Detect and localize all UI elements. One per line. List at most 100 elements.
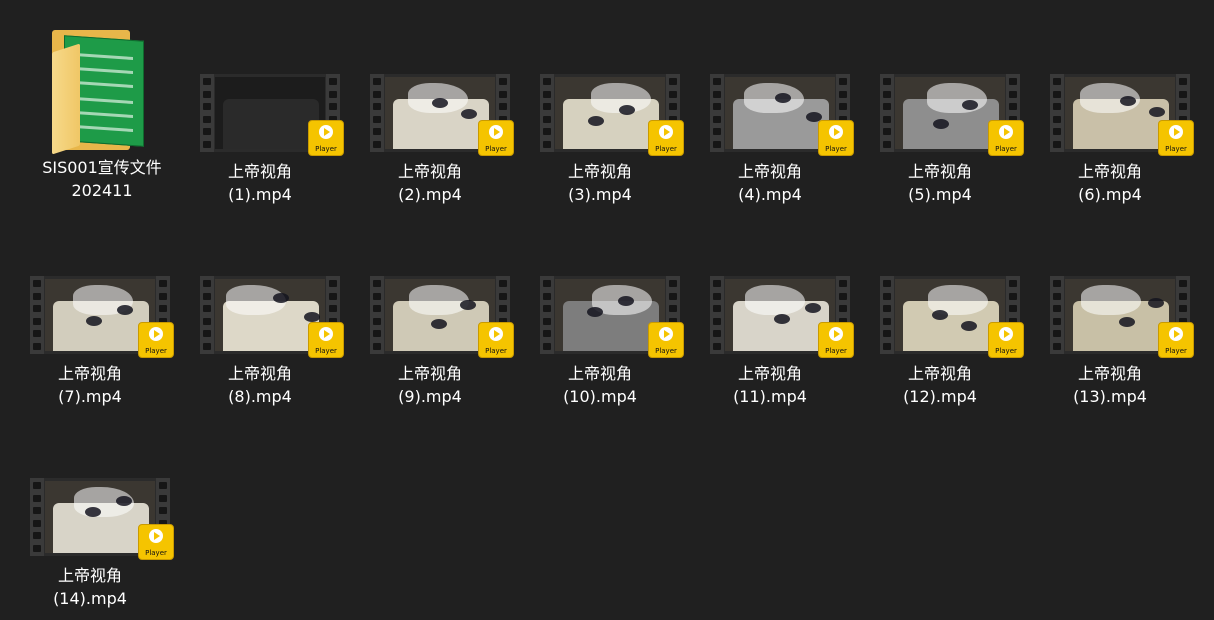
film-strip-left (1050, 74, 1064, 152)
player-badge-icon: Player (988, 322, 1024, 358)
player-badge-icon: Player (1158, 120, 1194, 156)
player-badge-icon: Player (818, 120, 854, 156)
file-name-line2: (3).mp4 (568, 185, 632, 204)
file-name-line1: 上帝视角 (567, 162, 632, 181)
film-strip-left (710, 74, 724, 152)
play-icon (659, 327, 673, 341)
file-label: 上帝视角 (8).mp4 (178, 362, 342, 408)
player-badge-label: Player (995, 347, 1017, 355)
film-strip-left (30, 478, 44, 556)
film-strip-left (540, 74, 554, 152)
video-thumbnail: Player (880, 276, 1024, 358)
video-thumbnail: Player (1050, 74, 1194, 156)
player-badge-label: Player (995, 145, 1017, 153)
video-file-item[interactable]: Player 上帝视角 (7).mp4 (8, 222, 174, 418)
file-name-line1: 上帝视角 (737, 162, 802, 181)
video-file-item[interactable]: Player 上帝视角 (3).mp4 (518, 20, 684, 216)
player-badge-icon: Player (478, 120, 514, 156)
file-name-line2: (4).mp4 (738, 185, 802, 204)
video-file-item[interactable]: Player 上帝视角 (8).mp4 (178, 222, 344, 418)
play-icon (319, 125, 333, 139)
player-badge-icon: Player (818, 322, 854, 358)
player-badge-icon: Player (1158, 322, 1194, 358)
video-thumbnail: Player (1050, 276, 1194, 358)
player-badge-icon: Player (988, 120, 1024, 156)
file-name-line1: 上帝视角 (1077, 162, 1142, 181)
file-label: 上帝视角 (11).mp4 (688, 362, 852, 408)
player-badge-label: Player (315, 347, 337, 355)
video-thumbnail: Player (30, 276, 174, 358)
player-badge-icon: Player (648, 120, 684, 156)
video-thumbnail: Player (370, 276, 514, 358)
player-badge-label: Player (655, 145, 677, 153)
film-strip-left (30, 276, 44, 354)
film-strip-left (1050, 276, 1064, 354)
video-file-item[interactable]: Player 上帝视角 (12).mp4 (858, 222, 1024, 418)
file-name-line1: 上帝视角 (57, 566, 122, 585)
file-name-line1: 上帝视角 (397, 162, 462, 181)
play-icon (1169, 327, 1183, 341)
video-file-item[interactable]: Player 上帝视角 (4).mp4 (688, 20, 854, 216)
file-name-line2: (8).mp4 (228, 387, 292, 406)
video-file-item[interactable]: Player 上帝视角 (9).mp4 (348, 222, 514, 418)
player-badge-label: Player (825, 347, 847, 355)
video-thumbnail: Player (710, 276, 854, 358)
player-badge-label: Player (825, 145, 847, 153)
play-icon (149, 327, 163, 341)
video-file-item[interactable]: Player 上帝视角 (2).mp4 (348, 20, 514, 216)
player-badge-label: Player (655, 347, 677, 355)
film-strip-left (710, 276, 724, 354)
play-icon (829, 125, 843, 139)
player-badge-icon: Player (478, 322, 514, 358)
file-name-line2: (13).mp4 (1073, 387, 1147, 406)
video-file-item[interactable]: Player 上帝视角 (1).mp4 (178, 20, 344, 216)
player-badge-icon: Player (308, 322, 344, 358)
file-name-line2: (11).mp4 (733, 387, 807, 406)
file-name-line1: 上帝视角 (737, 364, 802, 383)
file-name-line1: 上帝视角 (567, 364, 632, 383)
play-icon (829, 327, 843, 341)
video-file-item[interactable]: Player 上帝视角 (6).mp4 (1028, 20, 1194, 216)
film-strip-left (880, 74, 894, 152)
video-file-item[interactable]: Player 上帝视角 (11).mp4 (688, 222, 854, 418)
file-label: 上帝视角 (12).mp4 (858, 362, 1022, 408)
play-icon (489, 125, 503, 139)
file-label: 上帝视角 (1).mp4 (178, 160, 342, 206)
file-name-line1: 上帝视角 (1077, 364, 1142, 383)
file-name-line2: (2).mp4 (398, 185, 462, 204)
play-icon (489, 327, 503, 341)
video-file-item[interactable]: Player 上帝视角 (13).mp4 (1028, 222, 1194, 418)
player-badge-label: Player (1165, 145, 1187, 153)
video-file-item[interactable]: Player 上帝视角 (14).mp4 (8, 424, 174, 620)
file-name-line2: (6).mp4 (1078, 185, 1142, 204)
video-thumbnail: Player (710, 74, 854, 156)
player-badge-label: Player (485, 347, 507, 355)
video-thumbnail: Player (880, 74, 1024, 156)
file-name-line2: (12).mp4 (903, 387, 977, 406)
file-name-line2: (10).mp4 (563, 387, 637, 406)
film-strip-left (880, 276, 894, 354)
file-label: 上帝视角 (3).mp4 (518, 160, 682, 206)
player-badge-icon: Player (138, 524, 174, 560)
film-strip-left (370, 74, 384, 152)
file-name-line2: (5).mp4 (908, 185, 972, 204)
play-icon (659, 125, 673, 139)
file-label: 上帝视角 (4).mp4 (688, 160, 852, 206)
file-name-line2: (1).mp4 (228, 185, 292, 204)
play-icon (149, 529, 163, 543)
file-label: 上帝视角 (14).mp4 (8, 564, 172, 610)
file-label: 上帝视角 (2).mp4 (348, 160, 512, 206)
file-label: 上帝视角 (7).mp4 (8, 362, 172, 408)
folder-label: SIS001宣传文件 202411 (20, 156, 184, 202)
file-label: 上帝视角 (5).mp4 (858, 160, 1022, 206)
file-label: 上帝视角 (13).mp4 (1028, 362, 1192, 408)
film-strip-left (200, 74, 214, 152)
folder-item[interactable]: SIS001宣传文件 202411 (20, 0, 184, 200)
player-badge-label: Player (1165, 347, 1187, 355)
folder-icon (48, 26, 146, 155)
video-thumbnail: Player (540, 276, 684, 358)
file-label: 上帝视角 (6).mp4 (1028, 160, 1192, 206)
video-file-item[interactable]: Player 上帝视角 (5).mp4 (858, 20, 1024, 216)
file-name-line2: (14).mp4 (53, 589, 127, 608)
video-file-item[interactable]: Player 上帝视角 (10).mp4 (518, 222, 684, 418)
